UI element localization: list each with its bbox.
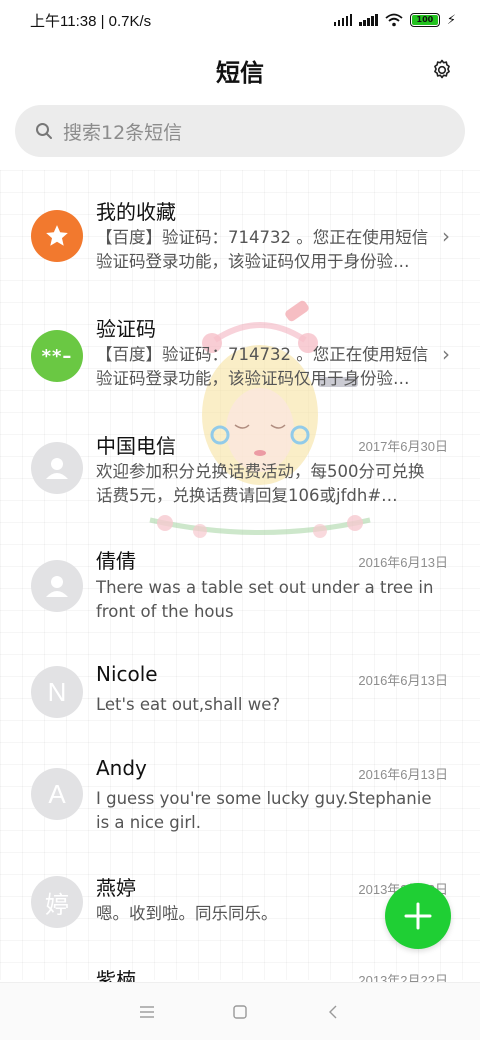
avatar xyxy=(31,442,83,494)
chevron-right-icon: › xyxy=(442,342,450,366)
avatar: N xyxy=(31,666,83,718)
star-icon xyxy=(31,210,83,262)
conversation-name: 验证码 xyxy=(96,317,156,341)
conversation-preview: 【百度】验证码：714732 。您正在使用短信验证码登录功能，该验证码仅用于身份… xyxy=(96,345,429,388)
conversation-name: 紫楠 xyxy=(96,968,136,984)
charging-icon: ⚡ xyxy=(446,12,456,28)
conversation-date: 2017年6月30日 xyxy=(358,439,448,454)
conversation-name: 我的收藏 xyxy=(96,200,176,224)
settings-button[interactable] xyxy=(428,56,456,84)
conversation-name: 倩倩 xyxy=(96,549,136,573)
conversation-name: 中国电信 xyxy=(96,434,176,458)
page-title: 短信 xyxy=(216,58,264,87)
status-time-speed: 上午11:38 | 0.7K/s xyxy=(30,12,152,30)
avatar xyxy=(31,560,83,612)
home-square-icon xyxy=(233,1004,247,1019)
conversation-item-verification[interactable]: **– 验证码 【百度】验证码：714732 。您正在使用短信验证码登录功能，该… xyxy=(0,300,480,416)
conversation-preview: 【百度】验证码：714732 。您正在使用短信验证码登录功能，该验证码仅用于身份… xyxy=(96,228,429,271)
person-icon xyxy=(46,576,68,597)
conversation-date: 2016年6月13日 xyxy=(358,767,448,782)
conversation-preview: I guess you're some lucky guy.Stephanie … xyxy=(96,789,432,832)
search-icon xyxy=(36,123,52,139)
search-placeholder: 搜索12条短信 xyxy=(63,121,183,144)
conversation-item[interactable]: 倩倩 2016年6月13日 There was a table set out … xyxy=(0,540,480,656)
conversation-name: Nicole xyxy=(96,662,158,686)
back-button[interactable] xyxy=(318,997,348,1027)
conversation-item[interactable]: 中国电信 2017年6月30日 欢迎参加积分兑换话费活动，每500分可兑换话费5… xyxy=(0,420,480,536)
avatar: A xyxy=(31,768,83,820)
wifi-icon xyxy=(385,13,403,27)
conversation-item[interactable]: N Nicole 2016年6月13日 Let's eat out,shall … xyxy=(0,658,480,748)
conversation-date: 2016年6月13日 xyxy=(358,555,448,570)
search-input[interactable]: 搜索12条短信 xyxy=(15,105,465,157)
chevron-right-icon: › xyxy=(442,224,450,248)
conversation-preview: 欢迎参加积分兑换话费活动，每500分可兑换话费5元，兑换话费请回复106或jfd… xyxy=(96,462,425,505)
status-bar: 上午11:38 | 0.7K/s 100 ⚡ xyxy=(0,0,480,40)
plus-icon xyxy=(404,902,432,930)
app-header: 短信 xyxy=(0,48,480,92)
person-icon xyxy=(46,458,68,479)
battery-level: 100 xyxy=(411,15,438,25)
signal-icon xyxy=(359,14,378,26)
gear-icon xyxy=(434,59,450,79)
conversation-name: Andy xyxy=(96,756,147,780)
conversation-item[interactable]: 紫楠 2013年2月22日 xyxy=(0,964,480,984)
status-icons: 100 ⚡ xyxy=(333,12,456,28)
menu-icon xyxy=(139,1005,154,1018)
menu-button[interactable] xyxy=(132,997,162,1027)
avatar: **– xyxy=(31,330,83,382)
home-button[interactable] xyxy=(225,997,255,1027)
conversation-item-favorites[interactable]: 我的收藏 【百度】验证码：714732 。您正在使用短信验证码登录功能，该验证码… xyxy=(0,180,480,296)
system-nav-bar xyxy=(0,982,480,1040)
signal-icon xyxy=(333,14,353,26)
conversation-name: 燕婷 xyxy=(96,876,136,900)
battery-icon: 100 xyxy=(409,13,440,27)
conversation-item[interactable]: A Andy 2016年6月13日 I guess you're some lu… xyxy=(0,752,480,862)
conversation-date: 2016年6月13日 xyxy=(358,673,448,688)
back-icon xyxy=(329,1005,337,1018)
conversation-preview: Let's eat out,shall we? xyxy=(96,695,281,714)
avatar: 婷 xyxy=(31,876,83,928)
conversation-preview: There was a table set out under a tree i… xyxy=(96,578,434,621)
new-message-button[interactable] xyxy=(385,883,451,949)
